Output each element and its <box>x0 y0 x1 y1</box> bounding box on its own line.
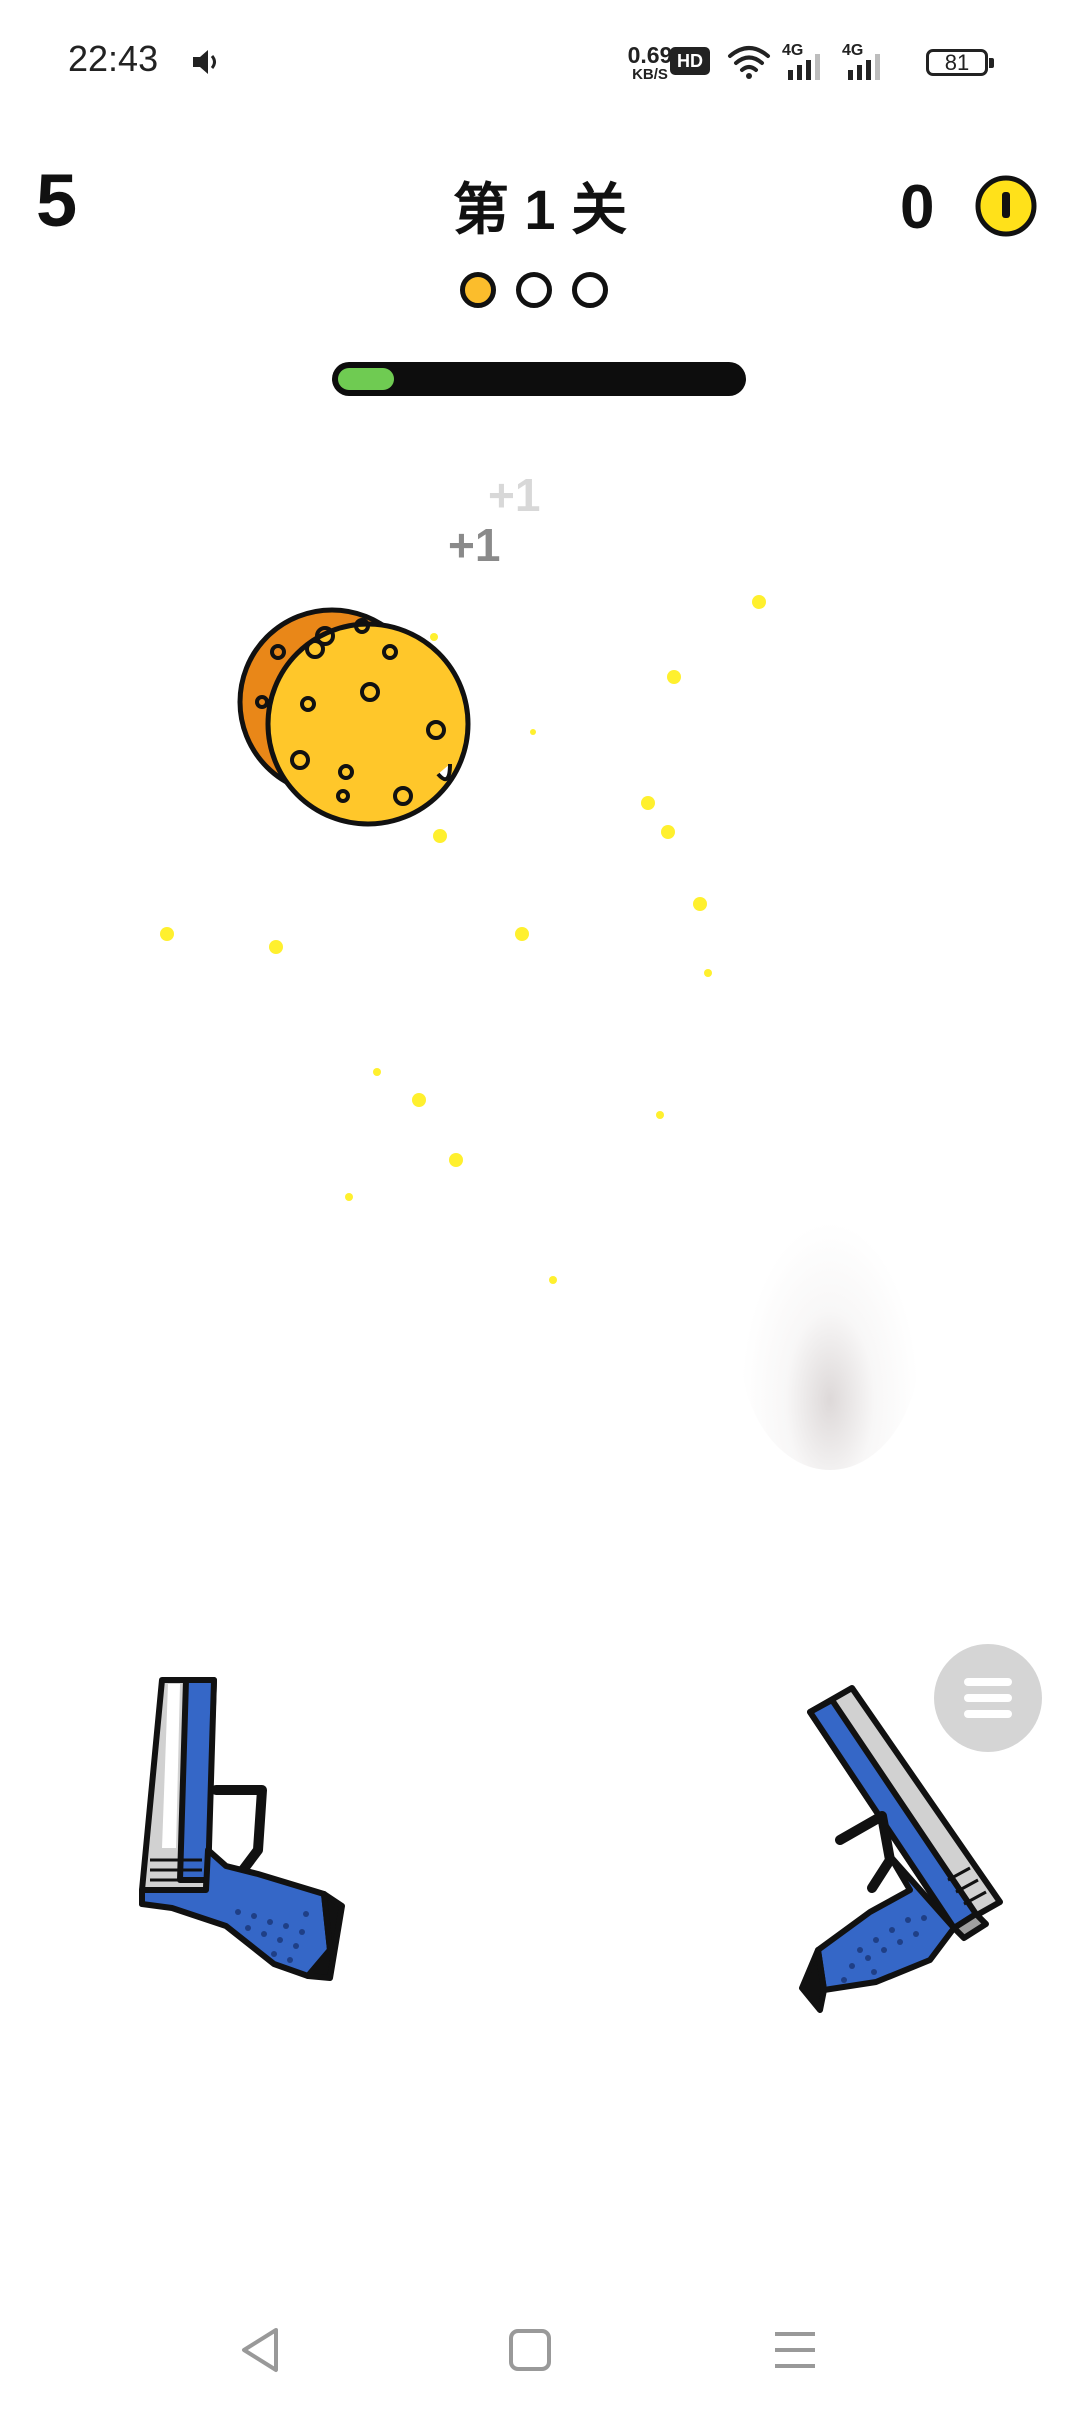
hd-icon: HD <box>670 47 710 75</box>
wifi-icon <box>728 46 770 79</box>
back-icon[interactable] <box>220 2310 300 2390</box>
hd-label: HD <box>677 51 703 71</box>
signal-icon: 4G <box>842 42 886 82</box>
home-icon[interactable] <box>490 2310 570 2390</box>
signal-icon: 4G <box>782 42 826 82</box>
cookie-target[interactable] <box>230 592 480 852</box>
menu-button[interactable] <box>934 1644 1042 1752</box>
stage-indicator <box>460 272 620 312</box>
volume-icon <box>193 50 216 74</box>
level-progress-fill <box>338 368 394 390</box>
battery-icon: 81 <box>926 49 994 76</box>
stage-dot <box>572 272 608 308</box>
coin-icon <box>975 175 1037 237</box>
level-title: 第 1 关 <box>452 178 628 241</box>
menu-icon <box>964 1678 1012 1718</box>
sparkle-particles <box>160 595 766 1284</box>
status-bar: 22:43 0.69 KB/S HD 4G 4G 81 <box>0 0 1080 120</box>
stage-dot <box>516 272 552 308</box>
level-progress-bar <box>332 362 746 396</box>
score-counter: 5 <box>36 159 78 242</box>
battery-level: 81 <box>944 50 970 75</box>
stage-dot-current <box>460 272 496 308</box>
recents-icon[interactable] <box>755 2310 835 2390</box>
coin-count: 0 <box>900 173 935 242</box>
score-popup: +1 <box>488 469 541 521</box>
status-time: 22:43 <box>68 38 159 79</box>
left-pistol[interactable] <box>128 1660 350 1994</box>
smoke-puff <box>740 1220 920 1470</box>
